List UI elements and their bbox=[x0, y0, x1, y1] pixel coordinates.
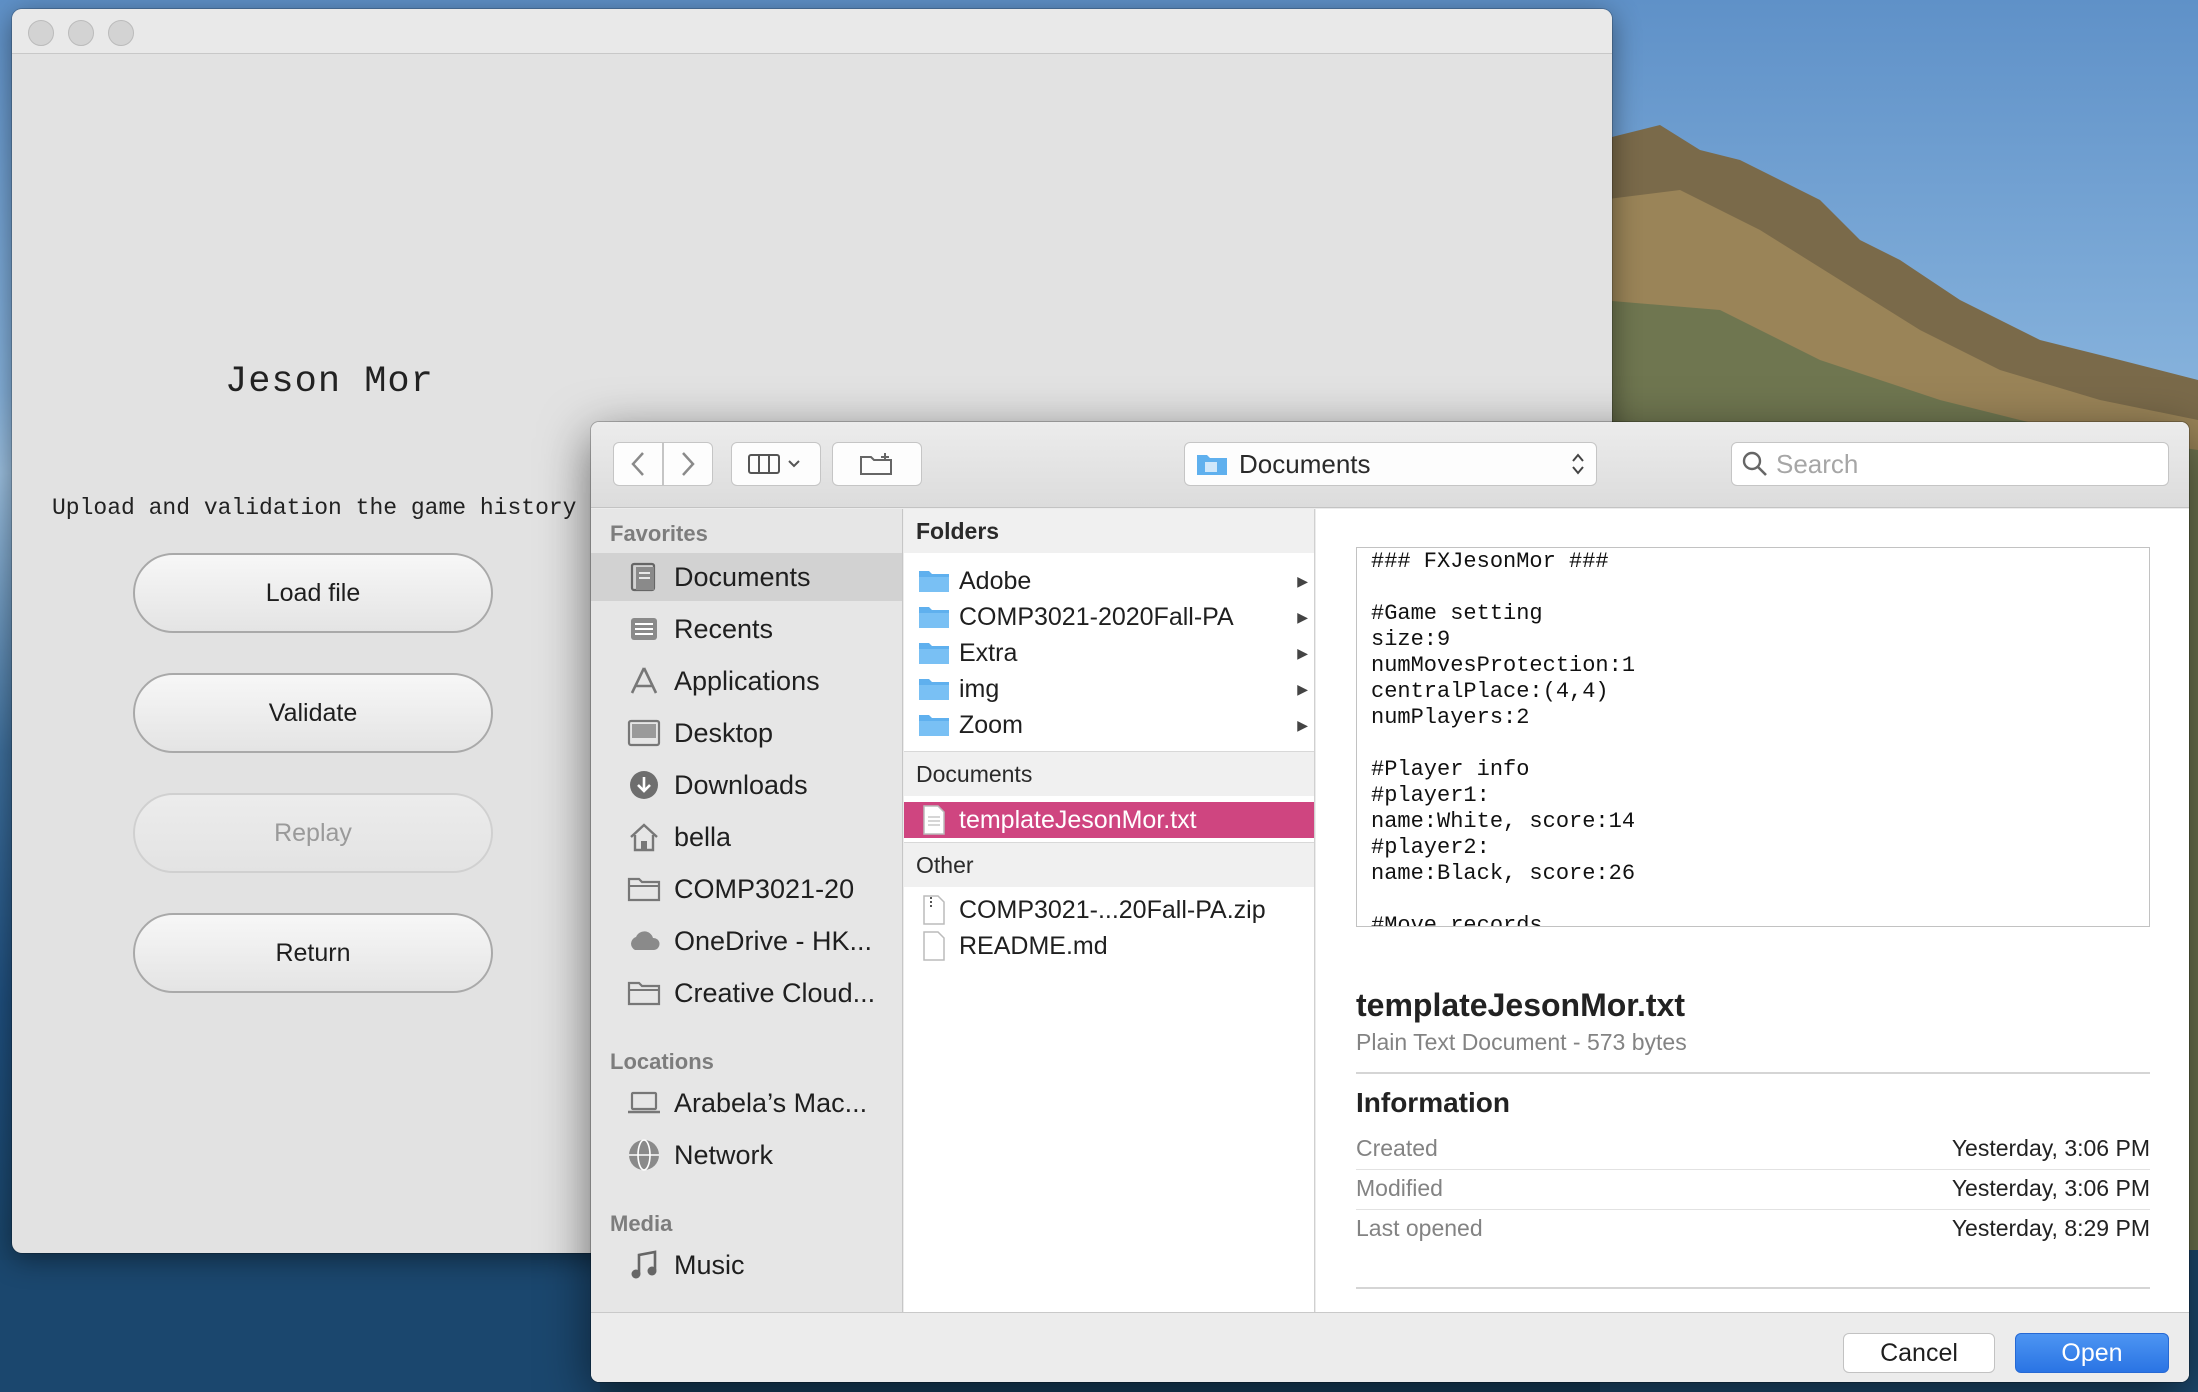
search-input[interactable] bbox=[1776, 448, 2146, 480]
downloads-icon bbox=[626, 767, 662, 803]
zoom-window-icon[interactable] bbox=[108, 20, 134, 46]
dialog-footer: Cancel Open bbox=[591, 1312, 2189, 1382]
folder-row-adobe[interactable]: Adobe ▶ bbox=[904, 563, 1314, 599]
forward-button[interactable] bbox=[663, 442, 713, 486]
folder-row-img[interactable]: img ▶ bbox=[904, 671, 1314, 707]
page-title: Jeson Mor bbox=[225, 361, 434, 403]
information-heading: Information bbox=[1356, 1087, 1510, 1118]
return-button[interactable]: Return bbox=[133, 913, 493, 993]
documents-heading: Documents bbox=[904, 752, 1314, 796]
folder-row-comp3021-pa[interactable]: COMP3021-2020Fall-PA ▶ bbox=[904, 599, 1314, 635]
sidebar-item-creative-cloud[interactable]: Creative Cloud... bbox=[591, 969, 902, 1017]
disclosure-arrow-icon: ▶ bbox=[1297, 608, 1308, 625]
file-browser-column: Folders Adobe ▶ COMP3021-2020Fall-PA ▶ E… bbox=[904, 509, 1315, 1312]
file-preview-pane: ### FXJesonMor ### #Game setting size:9 … bbox=[1316, 509, 2189, 1312]
replay-button[interactable]: Replay bbox=[133, 793, 493, 873]
applications-icon bbox=[626, 663, 662, 699]
info-row-modified: Modified Yesterday, 3:06 PM bbox=[1356, 1169, 2150, 1210]
folder-icon bbox=[918, 603, 950, 631]
info-row-created: Created Yesterday, 3:06 PM bbox=[1356, 1129, 2150, 1170]
preview-file-kind: Plain Text Document - 573 bytes bbox=[1356, 1029, 1687, 1055]
folders-heading: Folders bbox=[904, 509, 1314, 553]
disclosure-arrow-icon: ▶ bbox=[1297, 644, 1308, 661]
sidebar-item-mac[interactable]: Arabela’s Mac... bbox=[591, 1079, 902, 1127]
network-icon bbox=[626, 1137, 662, 1173]
search-icon bbox=[1742, 451, 1767, 476]
new-folder-icon bbox=[860, 453, 892, 475]
preview-file-name: templateJesonMor.txt bbox=[1356, 987, 1685, 1023]
back-button[interactable] bbox=[613, 442, 663, 486]
page-subtitle: Upload and validation the game history bbox=[52, 495, 577, 521]
location-dropdown[interactable]: Documents bbox=[1184, 442, 1597, 486]
cancel-button[interactable]: Cancel bbox=[1843, 1333, 1995, 1373]
folder-row-zoom[interactable]: Zoom ▶ bbox=[904, 707, 1314, 743]
desktop-icon bbox=[626, 715, 662, 751]
sidebar-item-desktop[interactable]: Desktop bbox=[591, 709, 902, 757]
other-heading: Other bbox=[904, 843, 1314, 887]
folder-row-extra[interactable]: Extra ▶ bbox=[904, 635, 1314, 671]
divider bbox=[1356, 1287, 2150, 1289]
chevron-right-icon bbox=[682, 452, 695, 476]
info-row-last-opened: Last opened Yesterday, 8:29 PM bbox=[1356, 1215, 2150, 1241]
dialog-toolbar: Documents bbox=[591, 422, 2189, 508]
file-row-readme[interactable]: README.md bbox=[904, 928, 1314, 964]
open-button[interactable]: Open bbox=[2015, 1333, 2169, 1373]
file-row-zip[interactable]: COMP3021-...20Fall-PA.zip bbox=[904, 892, 1314, 928]
sidebar-item-recents[interactable]: Recents bbox=[591, 605, 902, 653]
sidebar-item-bella[interactable]: bella bbox=[591, 813, 902, 861]
laptop-icon bbox=[626, 1085, 662, 1121]
sidebar-item-downloads[interactable]: Downloads bbox=[591, 761, 902, 809]
sidebar-item-comp3021[interactable]: COMP3021-20 bbox=[591, 865, 902, 913]
document-icon bbox=[918, 931, 950, 961]
folder-icon bbox=[626, 871, 662, 907]
folder-icon bbox=[918, 675, 950, 703]
sidebar-item-applications[interactable]: Applications bbox=[591, 657, 902, 705]
media-heading: Media bbox=[610, 1211, 673, 1236]
music-icon bbox=[626, 1247, 662, 1283]
sidebar-item-music[interactable]: Music bbox=[591, 1241, 902, 1289]
minimize-window-icon[interactable] bbox=[68, 20, 94, 46]
new-folder-button[interactable] bbox=[832, 442, 922, 486]
file-content-preview[interactable]: ### FXJesonMor ### #Game setting size:9 … bbox=[1356, 547, 2150, 927]
chevron-left-icon bbox=[631, 452, 644, 476]
documents-folder-icon bbox=[1197, 455, 1227, 475]
window-titlebar[interactable] bbox=[12, 9, 1612, 54]
sidebar-item-onedrive[interactable]: OneDrive - HK... bbox=[591, 917, 902, 965]
file-content-text: ### FXJesonMor ### #Game setting size:9 … bbox=[1371, 549, 1636, 927]
cloud-icon bbox=[626, 923, 662, 959]
text-file-icon bbox=[918, 805, 950, 835]
folder-icon bbox=[626, 975, 662, 1011]
divider bbox=[1356, 1072, 2150, 1074]
recents-icon bbox=[626, 611, 662, 647]
favorites-heading: Favorites bbox=[610, 521, 708, 546]
validate-button[interactable]: Validate bbox=[133, 673, 493, 753]
location-label: Documents bbox=[1239, 448, 1371, 479]
view-options-button[interactable] bbox=[731, 442, 821, 486]
disclosure-arrow-icon: ▶ bbox=[1297, 680, 1308, 697]
documents-icon bbox=[626, 559, 662, 595]
search-field[interactable] bbox=[1731, 442, 2169, 486]
updown-chevron-icon bbox=[1572, 453, 1584, 475]
home-icon bbox=[626, 819, 662, 855]
open-file-dialog: Documents Favorites Documents bbox=[591, 422, 2189, 1382]
folder-icon bbox=[918, 567, 950, 595]
sidebar-item-documents[interactable]: Documents bbox=[591, 553, 902, 601]
sidebar-item-network[interactable]: Network bbox=[591, 1131, 902, 1179]
disclosure-arrow-icon: ▶ bbox=[1297, 716, 1308, 733]
load-file-button[interactable]: Load file bbox=[133, 553, 493, 633]
column-view-icon bbox=[748, 454, 800, 474]
folder-icon bbox=[918, 711, 950, 739]
zip-file-icon bbox=[918, 895, 950, 925]
file-row-template-txt[interactable]: templateJesonMor.txt bbox=[904, 802, 1314, 838]
dialog-sidebar: Favorites Documents Recents Applications… bbox=[591, 509, 903, 1312]
disclosure-arrow-icon: ▶ bbox=[1297, 572, 1308, 589]
close-window-icon[interactable] bbox=[28, 20, 54, 46]
folder-icon bbox=[918, 639, 950, 667]
locations-heading: Locations bbox=[610, 1049, 714, 1074]
